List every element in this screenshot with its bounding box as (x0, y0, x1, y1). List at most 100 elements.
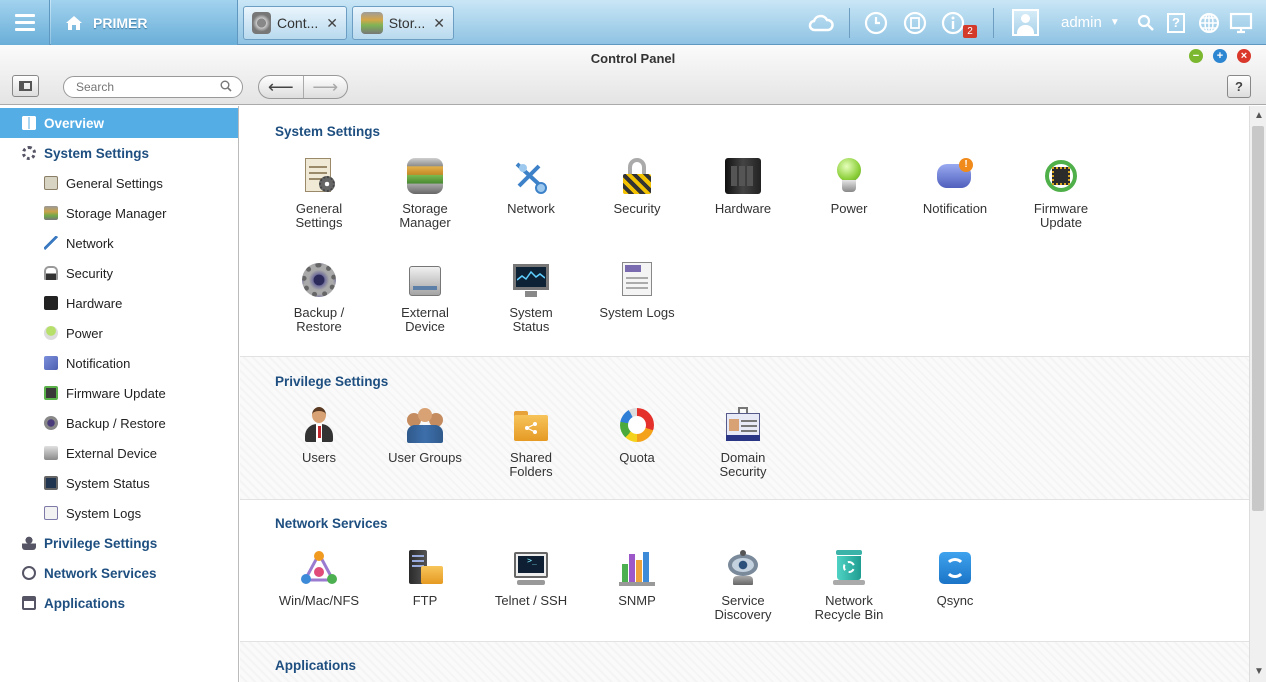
sidebar-toggle-button[interactable] (12, 75, 39, 97)
sidebar-item-general-settings[interactable]: General Settings (0, 168, 238, 198)
item-firmware-update[interactable]: Firmware Update (1008, 158, 1114, 230)
item-snmp[interactable]: SNMP (584, 550, 690, 608)
item-general-settings[interactable]: General Settings (266, 158, 372, 230)
close-icon[interactable]: ✕ (433, 15, 445, 32)
item-network-recycle-bin[interactable]: Network Recycle Bin (796, 550, 902, 622)
sidebar-item-notification[interactable]: Notification (0, 348, 238, 378)
item-win-mac-nfs[interactable]: Win/Mac/NFS (266, 550, 372, 608)
item-telnet-ssh[interactable]: >_ Telnet / SSH (478, 550, 584, 608)
satellite-dish-icon (725, 550, 761, 586)
item-qsync[interactable]: Qsync (902, 550, 1008, 608)
section-title: Network Services (275, 516, 388, 531)
back-arrow-icon[interactable]: ⟵ (259, 76, 304, 98)
item-backup-restore[interactable]: Backup / Restore (266, 262, 372, 334)
forward-arrow-icon[interactable]: ⟶ (304, 76, 348, 98)
sidebar-item-overview[interactable]: Overview (0, 108, 238, 138)
settings-document-icon (301, 158, 337, 194)
storage-icon (44, 206, 58, 220)
backup-gear-icon (301, 262, 337, 298)
log-document-icon (619, 262, 655, 298)
item-system-status[interactable]: System Status (478, 262, 584, 334)
item-label: Service Discovery (714, 593, 772, 622)
globe-icon[interactable] (1198, 12, 1220, 34)
tab-label: Stor... (388, 15, 426, 31)
hardware-icon (44, 296, 58, 310)
item-label: System Status (509, 305, 553, 334)
username: admin (1061, 14, 1102, 31)
tab-storage-manager[interactable]: Stor... ✕ (352, 6, 454, 40)
sidebar-item-firmware-update[interactable]: Firmware Update (0, 378, 238, 408)
avatar[interactable] (1012, 9, 1039, 36)
help-button[interactable]: ? (1227, 75, 1251, 98)
item-notification[interactable]: ! Notification (902, 158, 1008, 216)
close-window-button[interactable]: × (1237, 49, 1251, 63)
sidebar-item-label: External Device (66, 445, 158, 461)
sidebar-item-power[interactable]: Power (0, 318, 238, 348)
id-card-icon (725, 407, 761, 443)
sidebar-item-applications[interactable]: Applications (0, 588, 238, 618)
search-icon[interactable] (220, 80, 232, 92)
sidebar-item-storage-manager[interactable]: Storage Manager (0, 198, 238, 228)
item-service-discovery[interactable]: Service Discovery (690, 550, 796, 622)
sidebar-item-external-device[interactable]: External Device (0, 438, 238, 468)
cloud-icon[interactable] (808, 13, 834, 33)
item-quota[interactable]: Quota (584, 407, 690, 465)
sidebar-item-hardware[interactable]: Hardware (0, 288, 238, 318)
user-menu[interactable]: admin ▼ (1061, 0, 1120, 45)
sidebar-item-network-services[interactable]: Network Services (0, 558, 238, 588)
item-security[interactable]: Security (584, 158, 690, 216)
scrollbar-thumb[interactable] (1252, 126, 1264, 511)
item-system-logs[interactable]: System Logs (584, 262, 690, 320)
item-storage-manager[interactable]: Storage Manager (372, 158, 478, 230)
sidebar-item-label: Power (66, 325, 103, 341)
maximize-button[interactable]: + (1213, 49, 1227, 63)
sidebar-item-label: Notification (66, 355, 131, 371)
close-icon[interactable]: ✕ (326, 15, 338, 32)
item-network[interactable]: Network (478, 158, 584, 216)
item-label: Notification (922, 201, 988, 216)
help-icon[interactable]: ? (1167, 12, 1185, 33)
sidebar-item-system-logs[interactable]: System Logs (0, 498, 238, 528)
divider (849, 8, 850, 38)
item-power[interactable]: Power (796, 158, 902, 216)
item-label: Security (613, 201, 661, 216)
main-content: System Settings General Settings Storage… (240, 106, 1249, 682)
sidebar-item-label: Hardware (66, 295, 123, 311)
globe-icon (22, 566, 36, 580)
item-label: General Settings (295, 201, 343, 230)
sidebar-item-network[interactable]: Network (0, 228, 238, 258)
search-input[interactable] (63, 76, 243, 98)
scroll-down-arrow-icon[interactable]: ▼ (1254, 666, 1264, 677)
user-icon (22, 536, 36, 550)
item-hardware[interactable]: Hardware (690, 158, 796, 216)
chip-icon (44, 386, 58, 400)
search-icon[interactable] (1137, 14, 1155, 32)
clock-icon[interactable] (864, 11, 888, 35)
home-button[interactable]: PRIMER (51, 0, 238, 45)
main-menu-button[interactable] (0, 0, 50, 45)
sync-icon[interactable] (903, 11, 927, 35)
item-users[interactable]: Users (266, 407, 372, 465)
sidebar-item-security[interactable]: Security (0, 258, 238, 288)
info-icon[interactable] (941, 11, 965, 35)
bar-chart-icon (619, 550, 655, 586)
item-shared-folders[interactable]: Shared Folders (478, 407, 584, 479)
recycle-bin-icon (831, 550, 867, 586)
monitor-icon[interactable] (1229, 12, 1253, 34)
tab-control-panel[interactable]: Cont... ✕ (243, 6, 347, 40)
scrollbar[interactable]: ▲ ▼ (1249, 106, 1266, 682)
sidebar-item-system-settings[interactable]: System Settings (0, 138, 238, 168)
item-domain-security[interactable]: Domain Security (690, 407, 796, 479)
item-ftp[interactable]: FTP (372, 550, 478, 608)
item-label: User Groups (388, 450, 462, 465)
item-user-groups[interactable]: User Groups (372, 407, 478, 465)
scroll-up-arrow-icon[interactable]: ▲ (1254, 110, 1264, 121)
sidebar-item-privilege-settings[interactable]: Privilege Settings (0, 528, 238, 558)
item-external-device[interactable]: External Device (372, 262, 478, 334)
sidebar-item-backup-restore[interactable]: Backup / Restore (0, 408, 238, 438)
settings-document-icon (44, 176, 58, 190)
minimize-button[interactable]: − (1189, 49, 1203, 63)
gear-icon (22, 146, 36, 160)
item-label: Network Recycle Bin (814, 593, 884, 622)
sidebar-item-system-status[interactable]: System Status (0, 468, 238, 498)
